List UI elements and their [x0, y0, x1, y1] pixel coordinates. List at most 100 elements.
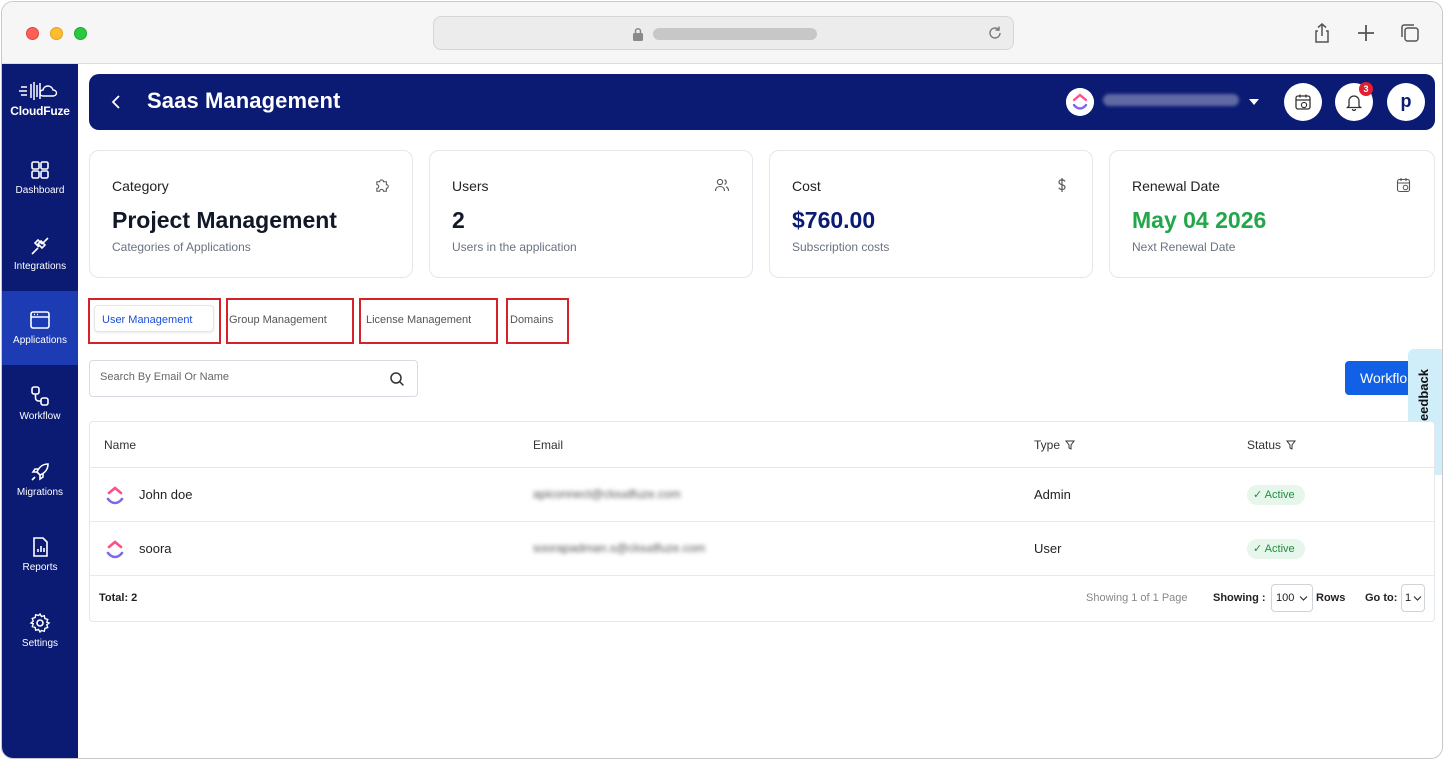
- calendar-clock-icon: [1396, 178, 1411, 193]
- card-label: Users: [452, 178, 489, 194]
- url-text: [653, 28, 817, 40]
- column-header-type: Type: [1034, 438, 1076, 452]
- status-label: Active: [1264, 489, 1295, 501]
- user-type: Admin: [1034, 487, 1071, 502]
- chevron-down-icon: [1413, 596, 1422, 601]
- card-value: May 04 2026: [1132, 207, 1267, 233]
- rows-per-page-value: 100: [1276, 592, 1295, 604]
- sidebar-item-label: Workflow: [19, 411, 61, 422]
- window-icon: [30, 311, 50, 329]
- card-subtitle: Categories of Applications: [112, 240, 251, 254]
- sidebar-item-dashboard[interactable]: Dashboard: [2, 144, 78, 218]
- card-value: Project Management: [112, 207, 337, 233]
- card-subtitle: Subscription costs: [792, 240, 890, 254]
- sidebar-item-settings[interactable]: Settings: [2, 598, 78, 672]
- sidebar-item-label: Dashboard: [15, 185, 65, 196]
- filter-icon[interactable]: [1286, 440, 1297, 450]
- bell-icon: [1345, 95, 1363, 111]
- calendar-button[interactable]: [1284, 83, 1322, 121]
- rocket-icon: [31, 463, 49, 481]
- close-window-button[interactable]: [26, 27, 39, 40]
- card-label: Renewal Date: [1132, 178, 1220, 194]
- card-value: 2: [452, 207, 465, 233]
- clickup-logo-icon: [106, 486, 124, 505]
- dollar-icon: [1058, 178, 1066, 192]
- puzzle-icon: [376, 179, 389, 192]
- tab-label: License Management: [366, 314, 472, 326]
- table-row[interactable]: John doe apiconnect@cloudfuze.com Admin …: [90, 468, 1434, 522]
- plug-icon: [31, 237, 49, 255]
- goto-page-value: 1: [1405, 592, 1412, 604]
- search-icon[interactable]: [389, 371, 405, 387]
- page-header: Saas Management 3 p: [89, 74, 1435, 130]
- clickup-logo-icon: [106, 540, 124, 559]
- table-header: Name Email Type Status: [90, 422, 1434, 468]
- rows-label: Rows: [1316, 592, 1346, 604]
- tab-license-management[interactable]: License Management: [359, 298, 498, 344]
- browser-toolbar: [2, 2, 1442, 64]
- avatar[interactable]: p: [1387, 83, 1425, 121]
- tab-label: Group Management: [229, 314, 327, 326]
- maximize-window-button[interactable]: [74, 27, 87, 40]
- status-badge: ✓ Active: [1247, 485, 1305, 505]
- card-value: $760.00: [792, 207, 876, 233]
- chevron-down-icon[interactable]: [1249, 98, 1259, 106]
- tab-overview-icon[interactable]: [1399, 22, 1421, 44]
- total-count: Total: 2: [99, 592, 138, 604]
- brand-logo[interactable]: CloudFuze: [2, 80, 78, 118]
- chevron-down-icon: [1299, 596, 1308, 601]
- sidebar-item-integrations[interactable]: Integrations: [2, 220, 78, 294]
- tab-group-management[interactable]: Group Management: [226, 298, 354, 344]
- rows-per-page-label: Showing :: [1213, 592, 1266, 604]
- sidebar-item-label: Settings: [21, 638, 59, 649]
- user-email: soorapadman.s@cloudfuze.com: [533, 541, 706, 555]
- sidebar-item-label: Applications: [13, 335, 67, 346]
- sidebar-item-label: Integrations: [13, 261, 67, 272]
- goto-page-select[interactable]: 1: [1401, 584, 1425, 612]
- page-title: Saas Management: [147, 88, 341, 113]
- sidebar-item-label: Reports: [22, 562, 58, 573]
- card-label: Category: [112, 178, 169, 194]
- sidebar-item-migrations[interactable]: Migrations: [2, 447, 78, 521]
- calendar-clock-icon: [1295, 94, 1311, 110]
- column-header-label: Type: [1034, 438, 1061, 452]
- share-icon[interactable]: [1311, 22, 1333, 44]
- user-email: apiconnect@cloudfuze.com: [533, 487, 681, 501]
- sidebar-item-label: Migrations: [16, 487, 64, 498]
- column-header-name: Name: [104, 438, 137, 452]
- users-icon: [714, 178, 730, 192]
- table-row[interactable]: soora soorapadman.s@cloudfuze.com User ✓…: [90, 522, 1434, 576]
- new-tab-icon[interactable]: [1355, 22, 1377, 44]
- browser-window: CloudFuze Dashboard Integrations Applica…: [1, 1, 1443, 759]
- tab-user-management[interactable]: User Management: [88, 298, 221, 344]
- minimize-window-button[interactable]: [50, 27, 63, 40]
- filter-icon[interactable]: [1065, 440, 1076, 450]
- sidebar-item-reports[interactable]: Reports: [2, 522, 78, 596]
- notification-badge: 3: [1359, 82, 1373, 96]
- sidebar-item-applications[interactable]: Applications: [2, 291, 78, 365]
- dashboard-icon: [31, 161, 49, 179]
- page-info: Showing 1 of 1 Page: [1086, 592, 1188, 604]
- address-bar[interactable]: [433, 16, 1014, 50]
- search-input[interactable]: [100, 371, 380, 383]
- cost-card: Cost $760.00 Subscription costs: [769, 150, 1093, 278]
- goto-label: Go to:: [1365, 592, 1398, 604]
- account-email[interactable]: [1103, 94, 1239, 106]
- users-table: Name Email Type Status John doe apiconne…: [89, 421, 1435, 622]
- workflow-icon: [31, 386, 49, 406]
- sidebar-item-workflow[interactable]: Workflow: [2, 371, 78, 445]
- sidebar: CloudFuze Dashboard Integrations Applica…: [2, 64, 78, 758]
- column-header-label: Status: [1247, 438, 1282, 452]
- column-header-status: Status: [1247, 438, 1297, 452]
- clickup-account-logo-icon: [1066, 88, 1094, 116]
- tab-label: Domains: [510, 314, 554, 326]
- search-box: [89, 360, 418, 397]
- user-type: User: [1034, 541, 1062, 556]
- tab-domains[interactable]: Domains: [506, 298, 569, 344]
- lock-icon: [633, 27, 643, 41]
- cloudfuze-logo-icon: [19, 82, 58, 100]
- rows-per-page-select[interactable]: 100: [1271, 584, 1313, 612]
- reload-icon[interactable]: [987, 25, 1003, 41]
- back-arrow-icon[interactable]: [109, 91, 123, 113]
- table-footer: Total: 2 Showing 1 of 1 Page Showing : 1…: [90, 576, 1434, 622]
